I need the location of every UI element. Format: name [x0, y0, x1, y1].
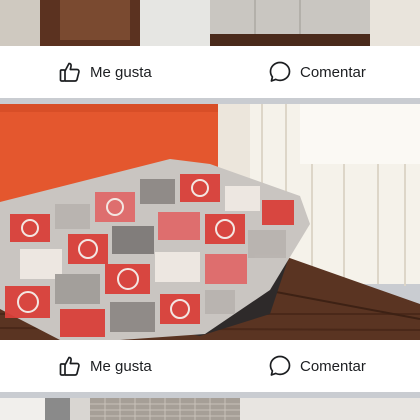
post-photo-bedroom[interactable] — [0, 104, 420, 340]
comment-label: Comentar — [300, 357, 366, 375]
like-button[interactable]: Me gusta — [58, 340, 152, 392]
speech-bubble-icon — [268, 354, 292, 378]
speech-bubble-icon — [268, 60, 292, 84]
post-photo-top[interactable] — [0, 0, 420, 46]
like-button[interactable]: Me gusta — [58, 46, 152, 98]
like-label: Me gusta — [90, 63, 152, 81]
room-floor-image — [0, 0, 420, 46]
post-actions-bar: Me gusta Comentar — [0, 340, 420, 392]
comment-button[interactable]: Comentar — [268, 46, 366, 98]
comment-button[interactable]: Comentar — [268, 340, 366, 392]
thumbs-up-icon — [58, 60, 82, 84]
post-actions-bar: Me gusta Comentar — [0, 46, 420, 98]
post-photo-bottom[interactable] — [0, 398, 420, 420]
comment-label: Comentar — [300, 63, 366, 81]
thumbs-up-icon — [58, 354, 82, 378]
bedroom-image — [0, 104, 420, 340]
kitchen-image — [0, 398, 420, 420]
like-label: Me gusta — [90, 357, 152, 375]
